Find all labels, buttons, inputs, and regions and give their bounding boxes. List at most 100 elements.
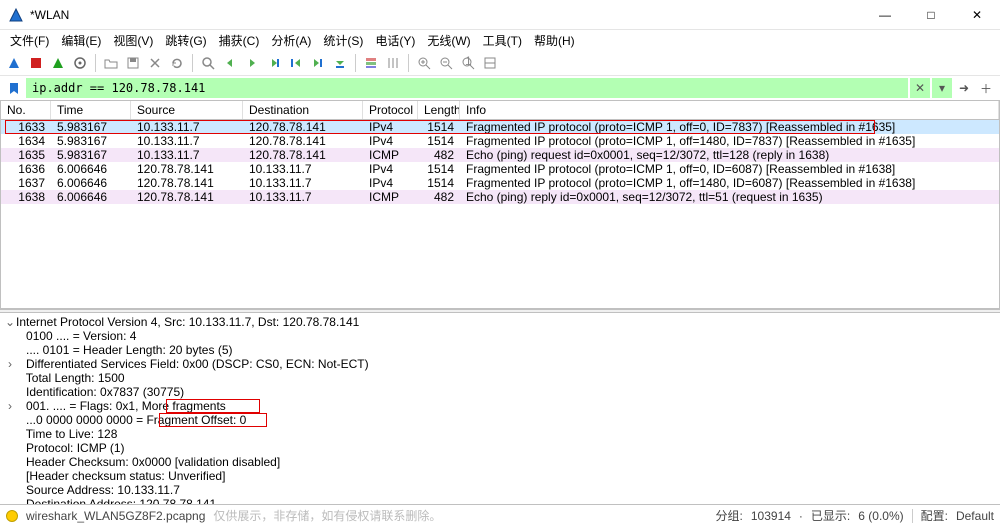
go-forward-icon[interactable] [242,53,262,73]
cell-time: 6.006646 [51,190,131,204]
cell-dst: 120.78.78.141 [243,120,363,134]
cell-src: 120.78.78.141 [131,176,243,190]
detail-flags-prefix[interactable]: 001. .... = Flags: 0x1, [26,399,142,413]
zoom-out-icon[interactable] [436,53,456,73]
col-header-time[interactable]: Time [51,101,131,119]
zoom-in-icon[interactable] [414,53,434,73]
cell-proto: IPv4 [363,162,418,176]
zoom-reset-icon[interactable]: 1 [458,53,478,73]
resize-columns-icon[interactable] [383,53,403,73]
twisty-closed-icon[interactable]: › [4,399,16,413]
col-header-info[interactable]: Info [460,101,999,119]
cell-len: 482 [418,190,460,204]
detail-ip-header[interactable]: Internet Protocol Version 4, Src: 10.133… [16,315,359,329]
cell-src: 10.133.11.7 [131,148,243,162]
resize-all-icon[interactable] [480,53,500,73]
go-back-icon[interactable] [220,53,240,73]
colorize-icon[interactable] [361,53,381,73]
filter-dropdown-icon[interactable]: ▾ [932,78,952,98]
detail-ttl[interactable]: Time to Live: 128 [26,427,118,441]
detail-header-length[interactable]: .... 0101 = Header Length: 20 bytes (5) [26,343,232,357]
packet-list-body[interactable]: 16335.98316710.133.11.7120.78.78.141IPv4… [1,120,999,308]
col-header-source[interactable]: Source [131,101,243,119]
col-header-destination[interactable]: Destination [243,101,363,119]
cell-proto: ICMP [363,148,418,162]
filter-apply-icon[interactable]: ➜ [954,78,974,98]
detail-destination-address[interactable]: Destination Address: 120.78.78.141 [26,497,216,504]
menu-tools[interactable]: 工具(T) [477,30,528,51]
cell-dst: 120.78.78.141 [243,134,363,148]
filter-bookmark-icon[interactable] [4,78,24,98]
detail-fragment-offset[interactable]: Fragment Offset: 0 [146,413,246,427]
twisty-open-icon[interactable]: ⌄ [4,315,16,329]
menu-wireless[interactable]: 无线(W) [421,30,476,51]
cell-time: 5.983167 [51,134,131,148]
detail-total-length[interactable]: Total Length: 1500 [26,371,125,385]
cell-len: 1514 [418,134,460,148]
filter-clear-icon[interactable]: ✕ [910,78,930,98]
packet-row[interactable]: 16355.98316710.133.11.7120.78.78.141ICMP… [1,148,999,162]
packet-row[interactable]: 16345.98316710.133.11.7120.78.78.141IPv4… [1,134,999,148]
restart-capture-icon[interactable] [48,53,68,73]
detail-protocol[interactable]: Protocol: ICMP (1) [26,441,124,455]
detail-checksum-status[interactable]: [Header checksum status: Unverified] [26,469,225,483]
menu-file[interactable]: 文件(F) [4,30,55,51]
packet-details-pane[interactable]: ⌄Internet Protocol Version 4, Src: 10.13… [0,313,1000,504]
detail-fragment-offset-prefix[interactable]: ...0 0000 0000 0000 = [26,413,146,427]
detail-version[interactable]: 0100 .... = Version: 4 [26,329,136,343]
menu-analyze[interactable]: 分析(A) [265,30,317,51]
col-header-protocol[interactable]: Protocol [363,101,418,119]
menu-capture[interactable]: 捕获(C) [213,30,266,51]
detail-flags-more-fragments[interactable]: More fragments [142,399,226,413]
menu-view[interactable]: 视图(V) [107,30,159,51]
menu-help[interactable]: 帮助(H) [528,30,581,51]
cell-info: Echo (ping) request id=0x0001, seq=12/30… [460,148,999,162]
reload-icon[interactable] [167,53,187,73]
maximize-button[interactable]: □ [908,0,954,30]
menu-go[interactable]: 跳转(G) [159,30,212,51]
go-to-packet-icon[interactable] [264,53,284,73]
status-bar: wireshark_WLAN5GZ8F2.pcapng 仅供展示，非存储，如有侵… [0,504,1000,526]
find-icon[interactable] [198,53,218,73]
capture-options-icon[interactable] [70,53,90,73]
detail-checksum[interactable]: Header Checksum: 0x0000 [validation disa… [26,455,280,469]
cell-proto: IPv4 [363,120,418,134]
menu-telephony[interactable]: 电话(Y) [369,30,421,51]
packet-row[interactable]: 16376.006646120.78.78.14110.133.11.7IPv4… [1,176,999,190]
cell-no: 1637 [1,176,51,190]
detail-dsf[interactable]: Differentiated Services Field: 0x00 (DSC… [26,357,369,371]
detail-identification[interactable]: Identification: 0x7837 (30775) [26,385,184,399]
display-filter-input[interactable] [26,78,908,98]
first-packet-icon[interactable] [286,53,306,73]
svg-text:1: 1 [465,56,472,68]
start-capture-icon[interactable] [4,53,24,73]
save-file-icon[interactable] [123,53,143,73]
auto-scroll-icon[interactable] [330,53,350,73]
twisty-closed-icon[interactable]: › [4,357,16,371]
minimize-button[interactable]: — [862,0,908,30]
col-header-length[interactable]: Length [418,101,460,119]
close-button[interactable]: ✕ [954,0,1000,30]
packet-row[interactable]: 16386.006646120.78.78.14110.133.11.7ICMP… [1,190,999,204]
status-packets-label: 分组: [716,507,743,524]
cell-time: 6.006646 [51,176,131,190]
cell-src: 10.133.11.7 [131,134,243,148]
menu-edit[interactable]: 编辑(E) [55,30,107,51]
status-profile-label: 配置: [921,507,948,524]
last-packet-icon[interactable] [308,53,328,73]
cell-proto: IPv4 [363,176,418,190]
status-profile-name[interactable]: Default [956,509,994,523]
packet-row[interactable]: 16366.006646120.78.78.14110.133.11.7IPv4… [1,162,999,176]
close-file-icon[interactable] [145,53,165,73]
expert-info-icon[interactable] [6,510,18,522]
filter-add-icon[interactable]: ＋ [976,78,996,98]
cell-proto: ICMP [363,190,418,204]
detail-source-address[interactable]: Source Address: 10.133.11.7 [26,483,180,497]
cell-info: Echo (ping) reply id=0x0001, seq=12/3072… [460,190,999,204]
menu-stat[interactable]: 统计(S) [317,30,369,51]
open-file-icon[interactable] [101,53,121,73]
stop-capture-icon[interactable] [26,53,46,73]
packet-row[interactable]: 16335.98316710.133.11.7120.78.78.141IPv4… [1,120,999,134]
col-header-no[interactable]: No. [1,101,51,119]
status-capture-file[interactable]: wireshark_WLAN5GZ8F2.pcapng [26,509,205,523]
